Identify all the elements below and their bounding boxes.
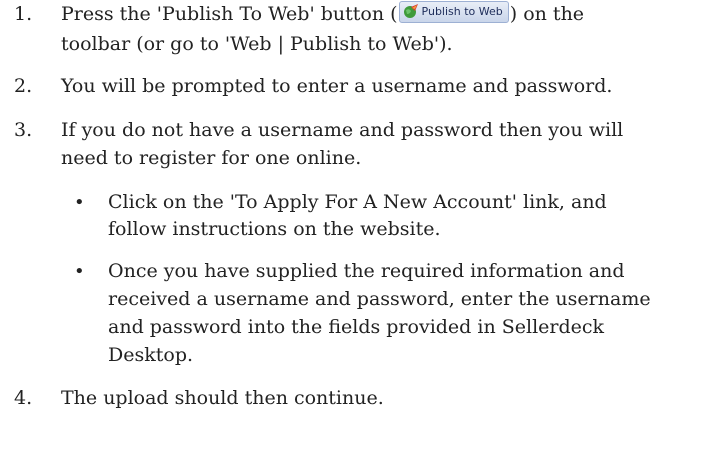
bullet-text: and password into the fields provided in… [108, 316, 605, 338]
publish-to-web-button[interactable]: Publish to Web [398, 1, 509, 23]
step-number: 1. [14, 3, 33, 25]
bullet-text: follow instructions on the website. [108, 218, 441, 240]
step-text: If you do not have a username and passwo… [61, 119, 624, 141]
step-number: 4. [14, 387, 33, 409]
publish-button-label: Publish to Web [421, 5, 503, 18]
bullet-text: Click on the 'To Apply For A New Account… [108, 191, 607, 213]
bullet-point: • [74, 261, 85, 282]
globe-rocket-icon [403, 4, 418, 18]
step-text: toolbar (or go to 'Web | Publish to Web'… [61, 33, 453, 55]
step-number: 2. [14, 75, 33, 97]
step-text: need to register for one online. [61, 147, 362, 169]
bullet-text: Once you have supplied the required info… [108, 260, 625, 282]
bullet-text: Desktop. [108, 344, 194, 366]
step-text: Press the 'Publish To Web' button ( Publ… [61, 1, 584, 28]
step-text-before-button: Press the 'Publish To Web' button ( [61, 3, 398, 25]
instruction-document: 1. Press the 'Publish To Web' button ( P… [0, 0, 728, 462]
step-text: You will be prompted to enter a username… [61, 75, 613, 97]
step-text-after-button: ) on the [509, 3, 585, 25]
step-text: The upload should then continue. [61, 387, 384, 409]
bullet-text: received a username and password, enter … [108, 288, 651, 310]
bullet-point: • [74, 192, 85, 213]
step-number: 3. [14, 119, 33, 141]
